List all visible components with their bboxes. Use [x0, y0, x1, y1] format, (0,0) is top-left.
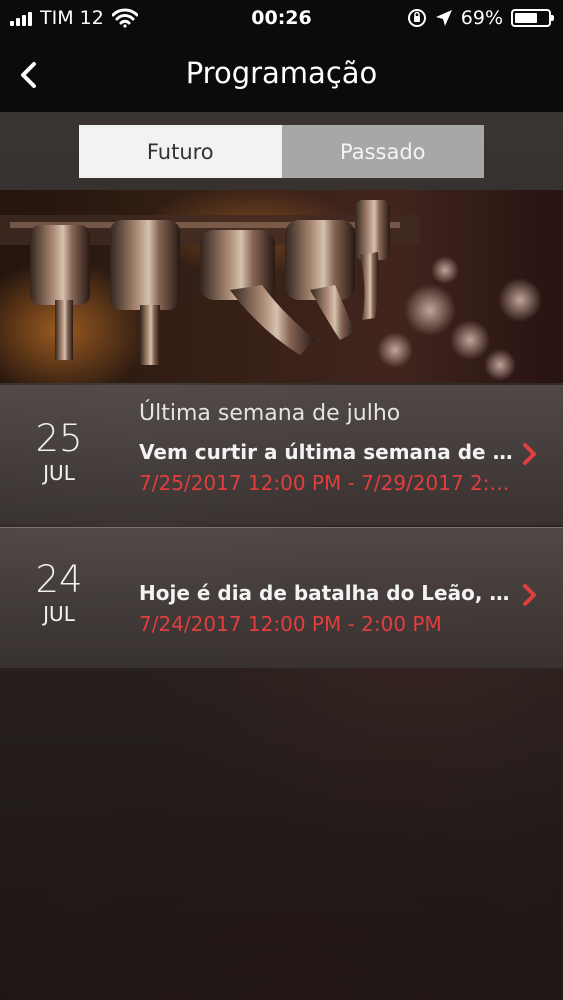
status-right: 69% [407, 7, 554, 29]
list-item[interactable]: 25 JUL Última semana de julho Vem curtir… [0, 385, 563, 525]
beer-taps-photo [0, 190, 563, 383]
segmented-control: Futuro Passado [79, 125, 484, 178]
event-description: Vem curtir a última semana de julho [139, 440, 519, 464]
page-title: Programação [185, 56, 378, 90]
event-time: 7/25/2017 12:00 PM - 7/29/2017 2:00 PM [139, 471, 519, 495]
event-day: 25 [35, 417, 83, 460]
orientation-lock-icon [407, 9, 426, 27]
event-time: 7/24/2017 12:00 PM - 2:00 PM [139, 612, 442, 636]
chevron-right-icon [523, 443, 536, 465]
event-date: 24 JUL [20, 558, 98, 627]
event-month: JUL [43, 602, 75, 626]
battery-percent: 69% [460, 7, 503, 29]
location-arrow-icon [435, 10, 452, 26]
chevron-right-icon [523, 584, 536, 606]
banner-image [0, 190, 563, 383]
event-day: 24 [35, 558, 83, 601]
event-description: Hoje é dia de batalha do Leão, Azul [139, 581, 519, 605]
event-date: 25 JUL [20, 417, 98, 486]
navigation-bar: Programação [0, 38, 563, 112]
event-month: JUL [43, 461, 75, 485]
list-item[interactable]: 24 JUL Hoje é dia de batalha do Leão, Az… [0, 527, 563, 668]
tab-passado[interactable]: Passado [281, 125, 484, 178]
battery-icon [511, 9, 554, 27]
tab-futuro[interactable]: Futuro [79, 125, 282, 178]
status-bar: TIM 12 00:26 69% [0, 0, 563, 38]
event-headline: Última semana de julho [139, 401, 401, 426]
battery-fill [515, 13, 538, 23]
